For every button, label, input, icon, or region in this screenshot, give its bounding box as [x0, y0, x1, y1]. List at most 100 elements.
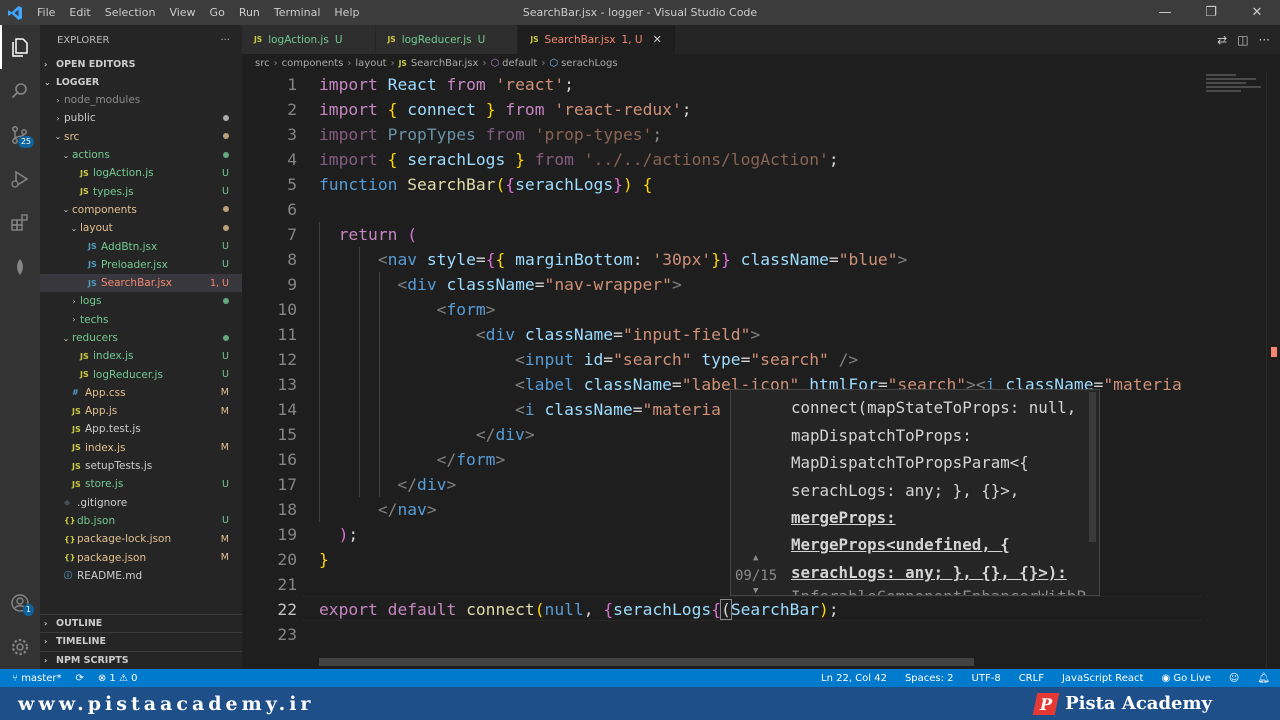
accounts-icon[interactable]: 1: [0, 581, 40, 625]
line-number: 10: [277, 300, 297, 319]
go-live-button[interactable]: ◉ Go Live: [1161, 673, 1210, 684]
folder-item[interactable]: › node_modules: [40, 91, 242, 109]
line-number: 7: [287, 225, 297, 244]
file-item[interactable]: {} package.json M: [40, 548, 242, 566]
timeline-section[interactable]: › TIMELINE: [40, 632, 242, 651]
menu-run[interactable]: Run: [232, 0, 267, 25]
compare-changes-icon[interactable]: ⇄: [1217, 33, 1227, 47]
code-editor[interactable]: 1 2 3 4 5 6 7 8 9 10 11 12 13 14 15 16 17 18 19 20 21 22 23 im…: [242, 72, 1280, 669]
breadcrumb-components[interactable]: components: [282, 58, 344, 69]
sync-icon[interactable]: ⟳: [75, 673, 83, 684]
folder-item[interactable]: › techs: [40, 311, 242, 329]
tab-searchbar[interactable]: JS SearchBar.jsx 1, U ✕: [518, 25, 676, 54]
sig-line: mapDispatchToProps:: [791, 426, 972, 445]
file-item[interactable]: # App.css M: [40, 384, 242, 402]
explorer-title: EXPLORER: [57, 34, 110, 46]
folder-item[interactable]: ⌄ layout: [40, 219, 242, 237]
line-number: 11: [277, 325, 297, 344]
outline-section[interactable]: › OUTLINE: [40, 613, 242, 633]
run-debug-icon[interactable]: [0, 157, 40, 201]
overload-counter: 09/15: [735, 568, 778, 584]
language-mode[interactable]: JavaScript React: [1062, 673, 1144, 684]
git-status-badge: M: [220, 387, 229, 399]
folder-item[interactable]: › logs: [40, 292, 242, 310]
file-item[interactable]: JS AddBtn.jsx U: [40, 237, 242, 255]
file-item[interactable]: ◆ .gitignore: [40, 494, 242, 512]
file-item[interactable]: {} package-lock.json M: [40, 530, 242, 548]
menu-terminal[interactable]: Terminal: [267, 0, 328, 25]
cursor-position[interactable]: Ln 22, Col 42: [821, 673, 887, 684]
error-marker: [1271, 347, 1277, 357]
folder-item[interactable]: ⌄ src: [40, 128, 242, 146]
horizontal-scrollbar[interactable]: [319, 658, 974, 666]
maximize-button[interactable]: ❐: [1188, 0, 1234, 25]
split-editor-icon[interactable]: ◫: [1237, 33, 1248, 47]
npm-scripts-section[interactable]: › NPM SCRIPTS: [40, 650, 242, 670]
chevron-down-icon[interactable]: ▼: [753, 586, 758, 595]
indentation[interactable]: Spaces: 2: [905, 673, 954, 684]
menu-view[interactable]: View: [162, 0, 202, 25]
tree-item-label: README.md: [77, 569, 143, 582]
encoding[interactable]: UTF-8: [972, 673, 1001, 684]
file-item[interactable]: JS App.test.js: [40, 420, 242, 438]
tab-logaction[interactable]: JS logAction.js U: [242, 25, 376, 54]
folder-item[interactable]: ⌄ actions: [40, 146, 242, 164]
minimize-button[interactable]: —: [1142, 0, 1188, 25]
notifications-icon[interactable]: 🔔︎: [1257, 673, 1270, 684]
line-number: 1: [287, 75, 297, 94]
folder-item[interactable]: ⌄ components: [40, 201, 242, 219]
vertical-scrollbar[interactable]: [1266, 72, 1280, 669]
settings-gear-icon[interactable]: [0, 625, 40, 669]
breadcrumb-default[interactable]: default: [502, 58, 537, 69]
file-item[interactable]: JS logReducer.js U: [40, 365, 242, 383]
file-item[interactable]: JS setupTests.js: [40, 457, 242, 475]
menu-file[interactable]: File: [30, 0, 62, 25]
file-item[interactable]: JS index.js U: [40, 347, 242, 365]
file-item[interactable]: JS index.js M: [40, 439, 242, 457]
close-tab-icon[interactable]: ✕: [653, 33, 665, 46]
file-item[interactable]: JS store.js U: [40, 475, 242, 493]
file-item[interactable]: {} db.json U: [40, 512, 242, 530]
git-status-badge: M: [220, 442, 229, 454]
js-file-icon: JS: [72, 424, 81, 434]
js-file-icon: JS: [80, 351, 89, 361]
tree-item-label: index.js: [93, 350, 134, 363]
menu-edit[interactable]: Edit: [62, 0, 97, 25]
file-item[interactable]: ⓘ README.md: [40, 567, 242, 585]
menu-help[interactable]: Help: [327, 0, 366, 25]
folder-item[interactable]: ⌄ reducers: [40, 329, 242, 347]
file-item[interactable]: JS logAction.js U: [40, 164, 242, 182]
breadcrumb-symbol[interactable]: serachLogs: [561, 58, 618, 69]
close-window-button[interactable]: ✕: [1234, 0, 1280, 25]
branch-indicator[interactable]: ⑂ master*: [12, 673, 61, 684]
file-item[interactable]: JS types.js U: [40, 182, 242, 200]
popup-scrollbar[interactable]: [1089, 392, 1096, 542]
more-actions-icon[interactable]: ···: [1259, 33, 1270, 47]
file-item[interactable]: JS App.js M: [40, 402, 242, 420]
live-share-icon[interactable]: [0, 245, 40, 289]
tab-logreducer[interactable]: JS logReducer.js U: [375, 25, 519, 54]
search-icon[interactable]: [0, 69, 40, 113]
chevron-up-icon[interactable]: ▲: [753, 553, 758, 563]
end-of-line[interactable]: CRLF: [1019, 673, 1044, 684]
folder-item[interactable]: › public: [40, 109, 242, 127]
menu-selection[interactable]: Selection: [98, 0, 163, 25]
breadcrumb-layout[interactable]: layout: [355, 58, 386, 69]
status-dot: [223, 113, 229, 124]
breadcrumb: src › components › layout › JS SearchBar.js…: [255, 57, 618, 69]
minimap[interactable]: [1206, 72, 1266, 112]
js-file-icon: JS: [72, 443, 81, 453]
explorer-icon[interactable]: [0, 25, 40, 69]
source-control-icon[interactable]: 25: [0, 113, 40, 157]
problems-indicator[interactable]: ⊗ 1 ⚠ 0: [98, 673, 138, 684]
file-item[interactable]: JS SearchBar.jsx 1, U: [40, 273, 242, 293]
file-item[interactable]: JS Preloader.jsx U: [40, 256, 242, 274]
more-actions-icon[interactable]: ···: [220, 35, 230, 46]
breadcrumb-file[interactable]: SearchBar.jsx: [411, 58, 479, 69]
feedback-icon[interactable]: ☺: [1229, 673, 1239, 684]
extensions-icon[interactable]: [0, 201, 40, 245]
project-section[interactable]: ⌄ LOGGER: [40, 73, 242, 91]
open-editors-section[interactable]: › OPEN EDITORS: [40, 55, 242, 73]
breadcrumb-src[interactable]: src: [255, 58, 270, 69]
menu-go[interactable]: Go: [203, 0, 232, 25]
